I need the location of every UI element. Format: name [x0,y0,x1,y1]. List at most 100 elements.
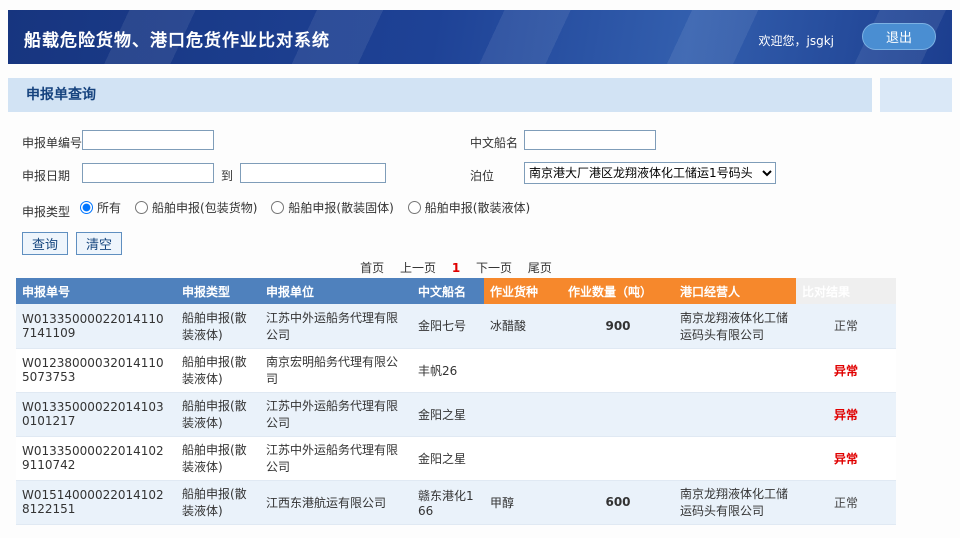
type-radio-packaged-input[interactable] [135,201,148,214]
cell-result: 异常 [796,436,896,480]
logout-button[interactable]: 退出 [862,23,936,50]
col-header-qty: 作业数量（吨） [562,278,674,304]
cell-qty [562,436,674,480]
berth-label: 泊位 [470,167,494,184]
cell-qty: 600 [562,480,674,524]
table-row: W013350000220141029110742 船舶申报(散装液体) 江苏中… [16,436,896,480]
table-header-row: 申报单号 申报类型 申报单位 中文船名 作业货种 作业数量（吨） 港口经营人 比… [16,278,896,304]
cell-ship: 金阳之星 [412,436,484,480]
section-band: 申报单查询 [8,78,872,112]
cell-declaration-no: W013350000220141030101217 [16,392,176,436]
cell-result: 正常 [796,304,896,348]
cell-ship: 赣东港化166 [412,480,484,524]
type-radio-bulk-solid-label: 船舶申报(散装固体) [288,199,393,216]
cell-result: 异常 [796,348,896,392]
cell-cargo [484,392,562,436]
type-radio-bulk-liquid[interactable]: 船舶申报(散装液体) [408,199,530,216]
page: 船载危险货物、港口危货作业比对系统 欢迎您，jsgkj 退出 申报单查询 申报单… [0,0,960,538]
cell-unit: 江苏中外运船务代理有限公司 [260,304,412,348]
cell-result: 异常 [796,392,896,436]
cell-declaration-no: W013350000220141107141109 [16,304,176,348]
cell-type: 船舶申报(散装液体) [176,436,260,480]
type-radio-all[interactable]: 所有 [80,199,121,216]
cell-operator: 南京龙翔液体化工储运码头有限公司 [674,480,796,524]
type-radio-bulk-liquid-label: 船舶申报(散装液体) [425,199,530,216]
col-header-unit: 申报单位 [260,278,412,304]
declaration-no-label: 申报单编号 [22,134,82,151]
type-radio-all-label: 所有 [97,199,121,216]
table-row: W012380000320141105073753 船舶申报(散装液体) 南京宏… [16,348,896,392]
cell-unit: 江苏中外运船务代理有限公司 [260,392,412,436]
section-band-right [880,78,952,112]
cell-type: 船舶申报(散装液体) [176,304,260,348]
col-header-operator: 港口经营人 [674,278,796,304]
pagination: 首页 上一页 1 下一页 尾页 [16,259,896,276]
cell-qty: 900 [562,304,674,348]
type-radio-bulk-solid-input[interactable] [271,201,284,214]
top-banner: 船载危险货物、港口危货作业比对系统 欢迎您，jsgkj 退出 [8,10,952,64]
col-header-declaration-no: 申报单号 [16,278,176,304]
cell-ship: 金阳之星 [412,392,484,436]
cell-declaration-no: W013350000220141029110742 [16,436,176,480]
result-badge: 异常 [834,452,858,466]
clear-button[interactable]: 清空 [76,232,122,255]
result-badge: 正常 [834,496,858,510]
result-badge: 异常 [834,364,858,378]
type-label: 申报类型 [22,203,70,220]
cell-operator [674,436,796,480]
cell-ship: 丰帆26 [412,348,484,392]
query-button[interactable]: 查询 [22,232,68,255]
date-label: 申报日期 [22,167,70,184]
col-header-cargo: 作业货种 [484,278,562,304]
app-title: 船载危险货物、港口危货作业比对系统 [24,26,330,51]
cell-unit: 江苏中外运船务代理有限公司 [260,436,412,480]
table-row: W015140000220141028122151 船舶申报(散装液体) 江西东… [16,480,896,524]
date-to-input[interactable] [240,163,386,183]
type-radio-all-input[interactable] [80,201,93,214]
cell-operator [674,348,796,392]
pagination-first[interactable]: 首页 [360,261,384,275]
cell-cargo: 冰醋酸 [484,304,562,348]
col-header-ship: 中文船名 [412,278,484,304]
date-from-input[interactable] [82,163,214,183]
cell-qty [562,392,674,436]
cell-operator [674,392,796,436]
col-header-result: 比对结果 [796,278,896,304]
pagination-next[interactable]: 下一页 [476,261,512,275]
cell-cargo: 甲醇 [484,480,562,524]
cell-unit: 江西东港航运有限公司 [260,480,412,524]
table-row: W013350000220141030101217 船舶申报(散装液体) 江苏中… [16,392,896,436]
cell-cargo [484,436,562,480]
date-to-label: 到 [221,167,233,184]
ship-name-label: 中文船名 [470,134,518,151]
section-title: 申报单查询 [26,78,96,112]
cell-type: 船舶申报(散装液体) [176,392,260,436]
cell-type: 船舶申报(散装液体) [176,348,260,392]
type-radio-packaged[interactable]: 船舶申报(包装货物) [135,199,257,216]
ship-name-input[interactable] [524,130,656,150]
type-radio-bulk-solid[interactable]: 船舶申报(散装固体) [271,199,393,216]
pagination-last[interactable]: 尾页 [528,261,552,275]
cell-result: 正常 [796,480,896,524]
cell-cargo [484,348,562,392]
table-row: W013350000220141107141109 船舶申报(散装液体) 江苏中… [16,304,896,348]
type-radio-bulk-liquid-input[interactable] [408,201,421,214]
result-badge: 正常 [834,319,858,333]
cell-declaration-no: W012380000320141105073753 [16,348,176,392]
declaration-no-input[interactable] [82,130,214,150]
result-badge: 异常 [834,408,858,422]
results-table: 申报单号 申报类型 申报单位 中文船名 作业货种 作业数量（吨） 港口经营人 比… [16,278,896,525]
type-radio-group: 所有 船舶申报(包装货物) 船舶申报(散装固体) 船舶申报(散装液体) [80,199,530,216]
col-header-type: 申报类型 [176,278,260,304]
cell-type: 船舶申报(散装液体) [176,480,260,524]
berth-select[interactable]: 南京港大厂港区龙翔液体化工储运1号码头 [524,162,776,184]
welcome-text: 欢迎您，jsgkj [759,32,835,49]
cell-declaration-no: W015140000220141028122151 [16,480,176,524]
cell-unit: 南京宏明船务代理有限公司 [260,348,412,392]
cell-operator: 南京龙翔液体化工储运码头有限公司 [674,304,796,348]
cell-ship: 金阳七号 [412,304,484,348]
pagination-current-page: 1 [452,261,460,275]
type-radio-packaged-label: 船舶申报(包装货物) [152,199,257,216]
cell-qty [562,348,674,392]
pagination-prev[interactable]: 上一页 [400,261,436,275]
